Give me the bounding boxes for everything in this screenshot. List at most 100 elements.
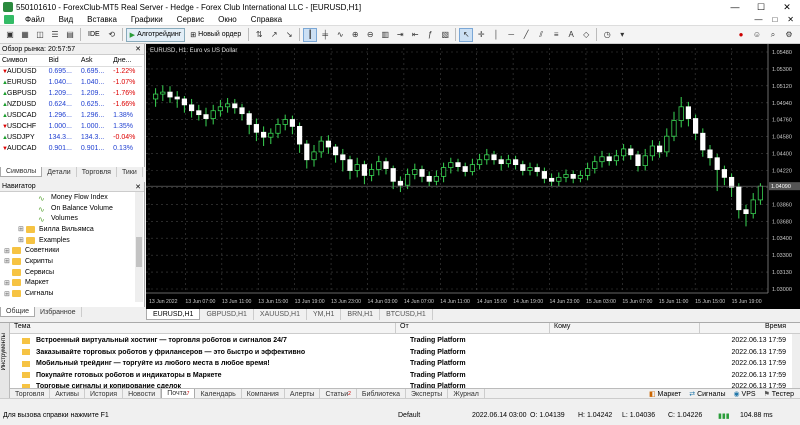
user-icon[interactable]: ☺ (750, 28, 764, 42)
signals-link[interactable]: ⇄ Сигналы (689, 390, 725, 398)
profiles-icon[interactable]: ▦ (18, 28, 32, 42)
maximize-button[interactable]: ☐ (748, 0, 774, 14)
expand-icon[interactable]: ⊞ (18, 225, 26, 233)
history-icon[interactable]: ⟲ (105, 28, 119, 42)
tab-common[interactable]: Общие (0, 307, 36, 317)
line-chart-icon[interactable]: ∿ (333, 28, 347, 42)
navigator-item[interactable]: ⊞ Examples (0, 235, 144, 246)
toolbox-side-label[interactable]: Инструменты (0, 323, 10, 399)
new-chart-icon[interactable]: ▣ (3, 28, 17, 42)
navigator-item[interactable]: ∿ Volumes (0, 213, 144, 224)
horizontal-line-icon[interactable]: ─ (504, 28, 518, 42)
zoom-out-icon[interactable]: ⊖ (363, 28, 377, 42)
child-minimize-button[interactable]: — (754, 15, 762, 24)
market-watch-row[interactable]: ▲NZDUSD 0.624... 0.625... -1.66% (0, 99, 142, 110)
navigator-scrollbar[interactable] (135, 192, 143, 302)
menu-view[interactable]: Вид (52, 15, 80, 24)
market-watch-row[interactable]: ▲USDCAD 1.296... 1.296... 1.38% (0, 110, 142, 121)
column-subject[interactable]: Тема (10, 323, 396, 333)
tab-chart-gbpusd[interactable]: GBPUSD,H1 (200, 309, 254, 320)
navigator-item[interactable]: ⊞ Маркет (0, 278, 144, 289)
market-watch-row[interactable]: ▼USDCHF 1.000... 1.000... 1.35% (0, 121, 142, 132)
fibo-icon[interactable]: ≡ (549, 28, 563, 42)
tab-chart-ym[interactable]: YM,H1 (307, 309, 342, 320)
column-time[interactable]: Время (700, 323, 800, 333)
column-bid[interactable]: Bid (46, 55, 79, 67)
channel-icon[interactable]: ⫽ (534, 28, 548, 42)
navigator-item[interactable]: ∿ Money Flow Index (0, 192, 144, 203)
status-profile[interactable]: Default (398, 412, 420, 419)
tab-trading[interactable]: Торговля (77, 167, 117, 177)
expand-icon[interactable]: ⊞ (18, 236, 26, 244)
menu-window[interactable]: Окно (211, 15, 244, 24)
bar-chart-icon[interactable]: ╪ (318, 28, 332, 42)
shift-icon[interactable]: ⇤ (408, 28, 422, 42)
tab-chart-brn[interactable]: BRN,H1 (341, 309, 381, 320)
indicators-icon[interactable]: ƒ (423, 28, 437, 42)
mail-row[interactable]: Встроенный виртуальный хостинг — торговл… (10, 335, 792, 347)
mail-row[interactable]: Заказывайте торговых роботов у фрилансер… (10, 347, 792, 359)
column-ask[interactable]: Ask (78, 55, 112, 67)
market-watch-row[interactable]: ▲EURUSD 1.040... 1.040... -1.07% (0, 77, 142, 88)
market-watch-row[interactable]: ▲GBPUSD 1.209... 1.209... -1.76% (0, 88, 142, 99)
navigator-item[interactable]: ∿ On Balance Volume (0, 203, 144, 214)
menu-insert[interactable]: Вставка (80, 15, 124, 24)
tab-chart-btcusd[interactable]: BTCUSD,H1 (380, 309, 433, 320)
navigator-item[interactable]: Сервисы (0, 267, 144, 278)
autoscroll-icon[interactable]: ⇥ (393, 28, 407, 42)
market-link[interactable]: ◧ Маркет (649, 390, 681, 398)
tab-ticks[interactable]: Тики (117, 167, 143, 177)
trendline-icon[interactable]: ╱ (519, 28, 533, 42)
vertical-line-icon[interactable]: │ (489, 28, 503, 42)
toolbox-icon[interactable]: ▤ (63, 28, 77, 42)
market-watch-icon[interactable]: ◫ (33, 28, 47, 42)
navigator-icon[interactable]: ☰ (48, 28, 62, 42)
close-icon[interactable]: ✕ (135, 45, 144, 53)
expand-icon[interactable]: ⊞ (4, 290, 12, 298)
chart-down-icon[interactable]: ↘ (282, 28, 296, 42)
menu-tools[interactable]: Сервис (170, 15, 211, 24)
cursor-icon[interactable]: ↖ (459, 27, 474, 42)
settings-icon[interactable]: ⚙ (782, 28, 796, 42)
tab-chart-xauusd[interactable]: XAUUSD,H1 (254, 309, 307, 320)
new-order-button[interactable]: ⊞ Новый ордер (186, 28, 245, 42)
tab-favorites[interactable]: Избранное (35, 307, 82, 317)
close-icon[interactable]: ✕ (135, 183, 144, 191)
chart-up-icon[interactable]: ↗ (267, 28, 281, 42)
column-symbol[interactable]: Символ (0, 55, 47, 67)
column-to[interactable]: Кому (550, 323, 700, 333)
mail-scrollbar[interactable] (792, 334, 800, 388)
menu-file[interactable]: Файл (18, 15, 52, 24)
child-close-button[interactable]: ✕ (787, 15, 794, 24)
more-tools-icon[interactable]: ▾ (615, 28, 629, 42)
text-icon[interactable]: A (564, 28, 578, 42)
vps-link[interactable]: ◉ VPS (733, 390, 755, 398)
navigator-item[interactable]: ⊞ Билла Вильямса (0, 224, 144, 235)
shapes-icon[interactable]: ◇ (579, 28, 593, 42)
scroll-thumb[interactable] (136, 237, 142, 267)
menu-charts[interactable]: Графики (124, 15, 170, 24)
tab-details[interactable]: Детали (42, 167, 77, 177)
price-chart[interactable]: 1.05480 1.05300 1.05120 1.04940 1.04760 1.045… (146, 44, 800, 309)
templates-icon[interactable]: ▧ (438, 28, 452, 42)
market-watch-row[interactable]: ▲USDJPY 134.3... 134.3... -0.04% (0, 132, 142, 143)
child-restore-button[interactable]: □ (772, 15, 777, 24)
market-watch-row[interactable]: ▼AUDCAD 0.901... 0.901... 0.13% (0, 143, 142, 154)
buy-icon[interactable]: ⇅ (252, 28, 266, 42)
menu-help[interactable]: Справка (244, 15, 289, 24)
period-icon[interactable]: ◷ (600, 28, 614, 42)
search-icon[interactable]: ⌕ (766, 28, 780, 42)
expand-icon[interactable]: ⊞ (4, 279, 12, 287)
mail-row[interactable]: Покупайте готовых роботов и индикаторы в… (10, 370, 792, 382)
algo-trading-button[interactable]: ▶ Алготрейдинг (125, 27, 186, 42)
navigator-item[interactable]: ⊞ Скрипты (0, 256, 144, 267)
zoom-in-icon[interactable]: ⊕ (348, 28, 362, 42)
column-daily-change[interactable]: Дне... (111, 55, 142, 67)
tester-link[interactable]: ⚑ Тестер (764, 390, 794, 398)
market-watch-row[interactable]: ▼AUDUSD 0.695... 0.695... -1.22% (0, 66, 142, 77)
crosshair-icon[interactable]: ✛ (474, 28, 488, 42)
column-from[interactable]: От (396, 323, 550, 333)
ide-button[interactable]: IDE (84, 28, 104, 42)
tab-symbols[interactable]: Символы (0, 167, 43, 177)
close-button[interactable]: ✕ (774, 0, 800, 14)
